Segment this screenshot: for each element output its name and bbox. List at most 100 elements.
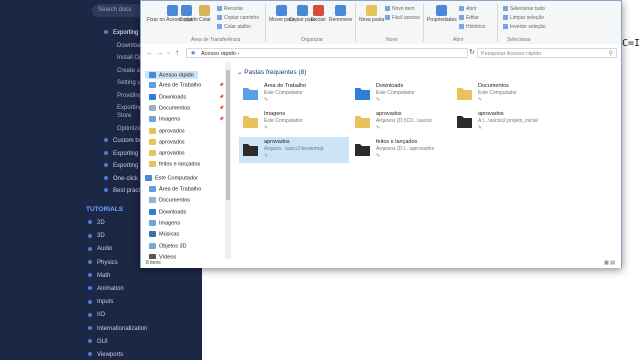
delete-button[interactable]: Excluir [311,5,326,23]
nav-item[interactable]: Acesso rápido [145,71,198,80]
tutorial-item[interactable]: Math [88,273,110,279]
folder-tile[interactable]: aprovados A:\...\sacoo2 projeto_inicial ✎ [453,109,563,135]
search-input[interactable]: Pesquisar Acesso rápido ⚲ [477,48,617,58]
docs-nav-item[interactable]: Exporting [104,163,138,169]
pin-icon: ✎ [264,125,269,131]
folder-tile[interactable]: Imagens Este Computador ✎ [239,109,349,135]
tutorial-label: I/O [97,312,106,319]
docs-nav-item[interactable]: Create a [117,68,140,74]
tutorial-item[interactable]: Inputs [88,299,113,305]
nav-item[interactable]: Objetos 3D [149,242,187,249]
nav-item[interactable]: Este Computador [145,174,198,181]
pin-icon [166,5,178,16]
pin-icon[interactable]: 📌 [219,94,224,99]
docs-nav-item[interactable]: Optimizin [117,126,142,132]
nav-item-label: Downloads [159,94,187,101]
recent-chevron-icon[interactable]: ⌄ [166,49,171,56]
music-icon [149,231,156,238]
docs-search-input[interactable]: Search docs [92,4,144,17]
forward-arrow-icon[interactable]: → [156,48,164,57]
bullet-icon [88,233,92,238]
docs-nav-item[interactable]: Exporting [104,151,138,157]
nav-item-label: Documentos [159,105,190,112]
group-header[interactable]: ⌄ Pastas frequentes (8) [237,68,306,76]
folder-tile[interactable]: Documentos Este Computador ✎ [453,81,563,107]
pin-icon[interactable]: 📌 [219,116,224,121]
tutorial-item[interactable]: Internationalization [88,326,147,332]
tutorial-item[interactable]: Audio [88,246,112,252]
nav-item[interactable]: aprovados [149,127,185,134]
refresh-icon[interactable]: ↻ [469,48,475,56]
view-toggle-icons[interactable]: ▦ ▤ [604,260,615,266]
up-arrow-icon[interactable]: ↑ [175,48,179,57]
easy-access-button[interactable]: Fácil acesso [385,15,420,21]
history-button[interactable]: Histórico [459,24,485,30]
folder-name: aprovados [264,139,290,145]
copy-button[interactable]: Copiar [179,5,194,23]
docs-nav-item[interactable]: Best practic [104,188,144,194]
docs-nav-item[interactable]: One-click [104,176,138,182]
docs-nav-label: Exporting [117,105,143,111]
nav-item[interactable]: feitos e lançados [149,161,200,168]
folder-tile[interactable]: aprovados Arquivos (D:)\C0...\sacoo ✎ [351,109,461,135]
tutorial-item[interactable]: Physics [88,260,118,266]
docs-nav-label: Custom bu [113,138,143,144]
select-none-icon [503,15,508,21]
select-all-icon [503,6,508,12]
back-arrow-icon[interactable]: ← [146,48,154,57]
nav-item[interactable]: Downloads 📌 [149,93,224,101]
select-none-button[interactable]: Limpar seleção [503,15,544,21]
folder-name: aprovados [478,111,504,117]
computer-icon [145,174,152,181]
nav-item[interactable]: Imagens [149,219,180,226]
paste-shortcut-button[interactable]: Colar atalho [217,24,251,30]
nav-item[interactable]: Documentos [149,197,190,204]
pin-icon[interactable]: 📌 [219,82,224,87]
docs-nav-item[interactable]: Install Op [117,55,142,61]
nav-item[interactable]: aprovados [149,138,185,145]
new-folder-button[interactable]: Nova pasta [359,5,384,23]
nav-item[interactable]: Imagens 📌 [149,116,224,123]
address-path[interactable]: ★ Acesso rápido › [186,48,468,58]
bullet-icon [88,326,92,331]
open-button[interactable]: Abrir [459,6,477,12]
tutorial-label: GUI [97,338,108,345]
folder-name: Área de Trabalho [264,83,307,89]
nav-item[interactable]: aprovados [149,150,185,157]
paste-button[interactable]: Colar [199,5,211,23]
tutorial-item[interactable]: Animation [88,286,124,292]
docs-nav-item[interactable]: Exporting p [104,30,143,36]
new-item-button[interactable]: Novo item [385,6,415,12]
copy-path-button[interactable]: Copiar caminho [217,15,259,21]
docs-nav-item[interactable]: Providing [117,93,142,99]
folder-tile[interactable]: Área de Trabalho Este Computador ✎ [239,81,349,107]
nav-item[interactable]: Área de Trabalho [149,186,201,192]
folder-tile[interactable]: aprovados Arquivo...\saco3-bestemup ✎ [239,137,349,163]
tutorial-item[interactable]: GUI [88,339,108,345]
select-all-button[interactable]: Selecionar tudo [503,6,545,12]
nav-item[interactable]: Área de Trabalho 📌 [149,82,224,89]
rename-button[interactable]: Renomear [329,5,352,23]
invert-selection-button[interactable]: Inverter seleção [503,24,546,30]
folder-tile[interactable]: Downloads Este Computador ✎ [351,81,461,107]
tutorial-item[interactable]: I/O [88,312,105,318]
tutorial-item[interactable]: Viewports [88,352,123,358]
nav-item[interactable]: Documentos 📌 [149,104,224,112]
nav-item[interactable]: Músicas [149,231,179,238]
cut-button[interactable]: Recortar [217,6,243,12]
docs-nav-item[interactable]: Exporting [117,105,142,111]
properties-button[interactable]: Propriedades [427,5,457,23]
docs-nav-item[interactable]: Store [117,113,131,119]
docs-nav-item[interactable]: Custom bu [104,138,142,144]
nav-scrollbar-thumb[interactable] [226,70,230,200]
tutorial-item[interactable]: 2D [88,220,105,226]
pin-icon[interactable]: 📌 [219,105,224,110]
nav-scrollbar[interactable] [225,62,231,259]
docs-nav-item[interactable]: Setting u [117,80,141,86]
nav-item-label: Acesso rápido [159,72,194,79]
folder-tile[interactable]: feitos e lançados Arquivos (D:)...\aprova… [351,137,461,163]
edit-button[interactable]: Editar [459,15,479,21]
nav-item[interactable]: Downloads [149,208,186,215]
tutorial-item[interactable]: 3D [88,233,105,239]
docs-nav-label: Create a [117,67,141,74]
